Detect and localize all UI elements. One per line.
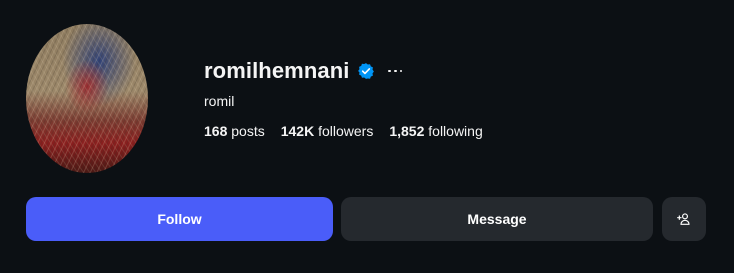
following-count: 1,852 [389, 123, 425, 139]
profile-photo-icon [26, 24, 148, 173]
posts-stat: 168 posts [204, 123, 265, 139]
followers-count: 142K [280, 123, 315, 139]
posts-label: posts [231, 123, 265, 139]
profile-header: romilhemnani romil 168 posts 142K follow… [0, 0, 734, 273]
followers-stat[interactable]: 142K followers [281, 123, 374, 139]
more-options-icon[interactable] [388, 66, 403, 76]
profile-info: romilhemnani romil 168 posts 142K follow… [204, 56, 499, 139]
suggested-users-button[interactable] [662, 197, 706, 241]
name-row: romilhemnani [204, 56, 499, 86]
posts-count: 168 [204, 123, 228, 139]
username: romilhemnani [204, 58, 350, 83]
avatar[interactable] [26, 24, 148, 173]
message-button[interactable]: Message [341, 197, 653, 241]
following-stat[interactable]: 1,852 following [389, 123, 482, 139]
following-label: following [428, 123, 483, 139]
followers-label: followers [318, 123, 374, 139]
add-person-icon [677, 213, 690, 225]
verified-badge-icon [357, 62, 375, 80]
profile-stats: 168 posts 142K followers 1,852 following [204, 123, 499, 139]
full-name: romil [204, 93, 235, 109]
follow-button[interactable]: Follow [26, 197, 333, 241]
